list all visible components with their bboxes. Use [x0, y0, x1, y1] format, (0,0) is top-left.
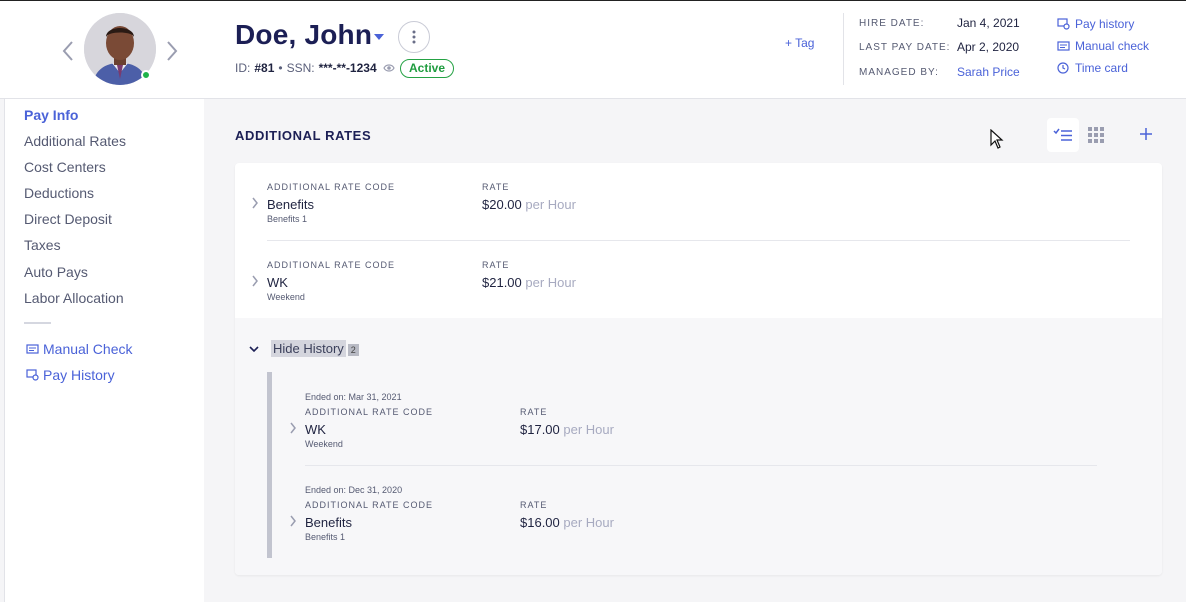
hide-history-toggle[interactable]: Hide History 2: [249, 340, 359, 358]
history-count-badge: 2: [347, 344, 359, 356]
previous-employee-chevron-icon[interactable]: [61, 39, 75, 63]
next-employee-chevron-icon[interactable]: [165, 39, 179, 63]
last-pay-date-label: LAST PAY DATE:: [859, 42, 951, 53]
chevron-right-icon[interactable]: [289, 422, 297, 434]
chevron-right-icon[interactable]: [251, 197, 259, 209]
rate-code: WK: [267, 275, 288, 290]
eye-icon[interactable]: [382, 63, 395, 73]
rate-code-description: Weekend: [267, 292, 305, 302]
manager-link[interactable]: Sarah Price: [957, 65, 1020, 79]
sidebar-link-label: Manual Check: [43, 341, 133, 357]
status-badge: Active: [400, 59, 455, 78]
chevron-right-icon[interactable]: [251, 275, 259, 287]
time-card-link[interactable]: Time card: [1057, 61, 1128, 75]
chevron-down-icon[interactable]: [373, 32, 385, 42]
ended-on-date: Ended on: Dec 31, 2020: [305, 485, 403, 495]
header-divider: [843, 13, 844, 85]
checklist-icon: [1053, 128, 1072, 141]
rate-unit: per Hour: [525, 275, 576, 290]
pay-history-icon: [26, 369, 39, 381]
add-tag-link[interactable]: + Tag: [785, 36, 814, 50]
clock-icon: [1057, 62, 1069, 74]
rate-column-label: RATE: [482, 260, 510, 270]
sidebar-divider: [24, 322, 51, 324]
pay-history-link[interactable]: Pay history: [1057, 17, 1134, 31]
rate-amount: $21.00 per Hour: [482, 275, 576, 290]
rate-amount: $16.00 per Hour: [520, 515, 614, 530]
rate-row[interactable]: ADDITIONAL RATE CODE WK Weekend RATE $21…: [235, 241, 1162, 319]
sidebar-item-pay-info[interactable]: Pay Info: [24, 107, 78, 123]
rate-value: $16.00: [520, 515, 560, 530]
check-document-icon: [26, 344, 39, 354]
id-label: ID:: [235, 61, 251, 75]
chevron-down-icon: [249, 346, 259, 353]
ssn-label: SSN:: [286, 61, 315, 75]
check-document-icon: [1057, 41, 1070, 51]
employee-id-line: ID: #81 • SSN: ***-**-1234: [235, 61, 395, 75]
ended-on-date: Ended on: Mar 31, 2021: [305, 392, 402, 402]
rate-code-description: Benefits 1: [305, 532, 346, 542]
time-card-label: Time card: [1075, 61, 1128, 75]
hire-date-value: Jan 4, 2021: [957, 16, 1020, 30]
sidebar-item-auto-pays[interactable]: Auto Pays: [24, 264, 88, 280]
sidebar-item-cost-centers[interactable]: Cost Centers: [24, 159, 106, 175]
mouse-cursor-icon: [990, 129, 1004, 149]
rate-unit: per Hour: [563, 515, 614, 530]
rate-unit: per Hour: [563, 422, 614, 437]
manual-check-label: Manual check: [1075, 39, 1150, 53]
sidebar-item-labor-allocation[interactable]: Labor Allocation: [24, 290, 124, 306]
code-column-label: ADDITIONAL RATE CODE: [267, 260, 396, 270]
rate-column-label: RATE: [520, 500, 548, 510]
rate-code: Benefits: [305, 515, 352, 530]
rate-amount: $20.00 per Hour: [482, 197, 576, 212]
grid-view-icon[interactable]: [1087, 126, 1105, 144]
sidebar-link-manual-check[interactable]: Manual Check: [26, 341, 133, 357]
rate-code-description: Benefits 1: [267, 214, 308, 224]
code-column-label: ADDITIONAL RATE CODE: [305, 500, 434, 510]
sidebar-link-label: Pay History: [43, 367, 115, 383]
code-column-label: ADDITIONAL RATE CODE: [267, 182, 396, 192]
code-column-label: ADDITIONAL RATE CODE: [305, 407, 434, 417]
sidebar-item-additional-rates[interactable]: Additional Rates: [24, 133, 126, 149]
online-status-dot: [141, 70, 151, 80]
add-rate-plus-icon[interactable]: [1138, 126, 1154, 142]
rate-code: WK: [305, 422, 326, 437]
last-pay-date-value: Apr 2, 2020: [957, 40, 1020, 54]
employee-header: Doe, John ID: #81 • SSN: ***-**-1234 Act…: [0, 0, 1186, 99]
sidebar-link-pay-history[interactable]: Pay History: [26, 367, 115, 383]
manual-check-link[interactable]: Manual check: [1057, 39, 1149, 53]
sidebar: Pay Info Additional Rates Cost Centers D…: [4, 99, 204, 602]
rate-row[interactable]: ADDITIONAL RATE CODE Benefits Benefits 1…: [235, 163, 1162, 241]
separator-dot: •: [278, 61, 283, 75]
rate-amount: $17.00 per Hour: [520, 422, 614, 437]
employee-id: #81: [254, 61, 275, 75]
more-actions-button[interactable]: [398, 21, 430, 53]
rate-code-description: Weekend: [305, 439, 343, 449]
rate-value: $20.00: [482, 197, 522, 212]
employee-ssn: ***-**-1234: [318, 61, 377, 75]
history-panel: Hide History 2 Ended on: Mar 31, 2021 ADD…: [235, 318, 1162, 575]
section-title: ADDITIONAL RATES: [235, 128, 372, 143]
managed-by-label: MANAGED BY:: [859, 67, 939, 78]
history-timeline-bar: [267, 372, 272, 558]
chevron-right-icon[interactable]: [289, 515, 297, 527]
rate-column-label: RATE: [520, 407, 548, 417]
rate-unit: per Hour: [525, 197, 576, 212]
list-view-toggle[interactable]: [1047, 118, 1079, 152]
rate-code: Benefits: [267, 197, 314, 212]
employee-name: Doe, John: [235, 19, 373, 50]
hire-date-label: HIRE DATE:: [859, 18, 925, 29]
pay-history-icon: [1057, 18, 1070, 30]
sidebar-item-direct-deposit[interactable]: Direct Deposit: [24, 211, 112, 227]
sidebar-item-taxes[interactable]: Taxes: [24, 237, 61, 253]
row-divider: [305, 465, 1097, 466]
sidebar-item-deductions[interactable]: Deductions: [24, 185, 94, 201]
pay-history-label: Pay history: [1075, 17, 1135, 31]
rate-value: $21.00: [482, 275, 522, 290]
hide-history-label: Hide History: [271, 340, 346, 357]
more-vertical-icon: [412, 30, 416, 44]
rate-value: $17.00: [520, 422, 560, 437]
rate-column-label: RATE: [482, 182, 510, 192]
